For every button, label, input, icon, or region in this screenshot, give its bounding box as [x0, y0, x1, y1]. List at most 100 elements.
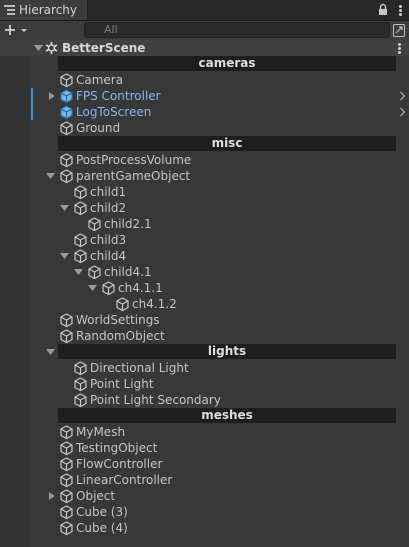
- item-label: Object: [76, 489, 116, 503]
- gameobject-cube-icon: [74, 233, 87, 247]
- search-input[interactable]: All: [84, 22, 390, 38]
- item-label: Cube (4): [76, 521, 128, 535]
- toolbar: All: [0, 21, 409, 41]
- hierarchy-item[interactable]: FlowController: [0, 456, 409, 472]
- hierarchy-item[interactable]: Cube (3): [0, 504, 409, 520]
- item-label: child2.1: [104, 217, 152, 231]
- hierarchy-item[interactable]: RandomObject: [0, 328, 409, 344]
- tab-title: Hierarchy: [19, 3, 78, 17]
- item-label: WorldSettings: [76, 313, 160, 327]
- item-label: MyMesh: [76, 425, 126, 439]
- item-label: child4: [90, 249, 127, 263]
- prefab-override-indicator: [31, 88, 33, 104]
- separator-row[interactable]: meshes: [0, 408, 409, 424]
- separator-label: meshes: [58, 408, 396, 423]
- hierarchy-item[interactable]: child2.1: [0, 216, 409, 232]
- gameobject-cube-icon: [74, 249, 87, 263]
- hierarchy-item[interactable]: child3: [0, 232, 409, 248]
- foldout-open-icon[interactable]: [60, 204, 69, 212]
- foldout-open-icon[interactable]: [34, 44, 43, 52]
- hierarchy-item[interactable]: Ground: [0, 120, 409, 136]
- hierarchy-item[interactable]: Directional Light: [0, 360, 409, 376]
- item-label: parentGameObject: [76, 169, 191, 183]
- hierarchy-item[interactable]: Point Light Secondary: [0, 392, 409, 408]
- foldout-open-icon[interactable]: [46, 348, 55, 356]
- tab-hierarchy[interactable]: Hierarchy: [0, 0, 88, 20]
- hierarchy-item[interactable]: TestingObject: [0, 440, 409, 456]
- hierarchy-item[interactable]: Camera: [0, 72, 409, 88]
- hierarchy-item[interactable]: LinearController: [0, 472, 409, 488]
- hierarchy-item[interactable]: Cube (4): [0, 520, 409, 536]
- foldout-open-icon[interactable]: [88, 284, 97, 292]
- item-label: PostProcessVolume: [76, 153, 192, 167]
- hierarchy-item[interactable]: Point Light: [0, 376, 409, 392]
- separator-row[interactable]: lights: [0, 344, 409, 360]
- item-label: Directional Light: [90, 361, 189, 375]
- foldout-open-icon[interactable]: [46, 172, 55, 180]
- filter-icon[interactable]: [393, 24, 405, 37]
- gameobject-cube-icon: [60, 473, 73, 487]
- item-label: child2: [90, 201, 127, 215]
- gameobject-cube-icon: [74, 377, 87, 391]
- gameobject-cube-icon: [60, 153, 73, 167]
- scene-row[interactable]: BetterScene: [0, 40, 409, 56]
- gameobject-cube-icon: [60, 505, 73, 519]
- gameobject-cube-icon: [74, 393, 87, 407]
- item-label: Point Light: [90, 377, 154, 391]
- hierarchy-item[interactable]: parentGameObject: [0, 168, 409, 184]
- gameobject-cube-icon: [74, 361, 87, 375]
- create-dropdown-button[interactable]: [4, 21, 32, 40]
- gameobject-cube-icon: [102, 281, 115, 295]
- item-label: Point Light Secondary: [90, 393, 221, 407]
- hierarchy-item[interactable]: PostProcessVolume: [0, 152, 409, 168]
- separator-row[interactable]: cameras: [0, 56, 409, 72]
- foldout-closed-icon[interactable]: [48, 492, 57, 500]
- item-label: TestingObject: [76, 441, 158, 455]
- scene-name: BetterScene: [62, 41, 146, 55]
- separator-label: misc: [58, 136, 396, 151]
- item-label: FPS Controller: [76, 89, 161, 103]
- item-label: ch4.1.2: [132, 297, 177, 311]
- hierarchy-item[interactable]: child1: [0, 184, 409, 200]
- chevron-right-icon[interactable]: [399, 91, 406, 101]
- more-options-icon[interactable]: [395, 3, 405, 16]
- foldout-open-icon[interactable]: [60, 252, 69, 260]
- scene-menu-icon[interactable]: [397, 42, 403, 54]
- hierarchy-icon: [4, 5, 15, 15]
- item-label: LinearController: [76, 473, 173, 487]
- hierarchy-item[interactable]: Object: [0, 488, 409, 504]
- hierarchy-item[interactable]: WorldSettings: [0, 312, 409, 328]
- hierarchy-item[interactable]: ch4.1.2: [0, 296, 409, 312]
- gameobject-cube-icon: [60, 489, 73, 503]
- item-label: RandomObject: [76, 329, 165, 343]
- prefab-cube-icon: [60, 89, 73, 103]
- prefab-override-indicator: [31, 104, 33, 120]
- gameobject-cube-icon: [60, 425, 73, 439]
- hierarchy-item[interactable]: child2: [0, 200, 409, 216]
- hierarchy-item[interactable]: ch4.1.1: [0, 280, 409, 296]
- separator-label: lights: [58, 344, 396, 359]
- gameobject-cube-icon: [88, 265, 101, 279]
- foldout-closed-icon[interactable]: [48, 92, 57, 100]
- item-label: FlowController: [76, 457, 163, 471]
- separator-row[interactable]: misc: [0, 136, 409, 152]
- gameobject-cube-icon: [116, 297, 129, 311]
- hierarchy-item[interactable]: LogToScreen: [0, 104, 409, 120]
- gameobject-cube-icon: [60, 313, 73, 327]
- chevron-right-icon[interactable]: [399, 107, 406, 117]
- tab-bar: Hierarchy: [0, 0, 409, 21]
- lock-icon[interactable]: [377, 3, 389, 16]
- gameobject-cube-icon: [88, 217, 101, 231]
- separator-label: cameras: [58, 56, 396, 71]
- item-label: Ground: [76, 121, 121, 135]
- gameobject-cube-icon: [60, 521, 73, 535]
- foldout-open-icon[interactable]: [74, 268, 83, 276]
- hierarchy-item[interactable]: MyMesh: [0, 424, 409, 440]
- gameobject-cube-icon: [60, 169, 73, 183]
- hierarchy-item[interactable]: child4: [0, 248, 409, 264]
- hierarchy-item[interactable]: FPS Controller: [0, 88, 409, 104]
- item-label: child3: [90, 233, 127, 247]
- hierarchy-item[interactable]: child4.1: [0, 264, 409, 280]
- prefab-cube-icon: [60, 105, 73, 119]
- item-label: ch4.1.1: [118, 281, 163, 295]
